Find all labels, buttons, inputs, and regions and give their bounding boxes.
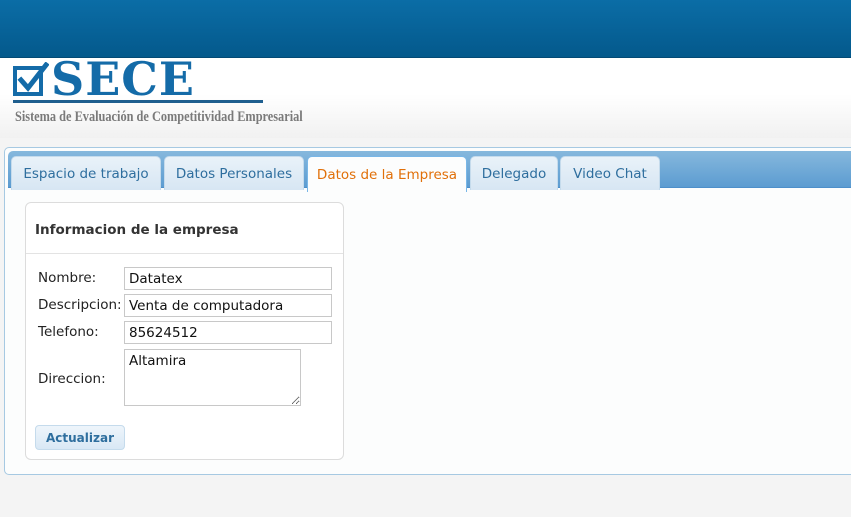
name-field[interactable] <box>124 267 332 290</box>
tabs-panel: Espacio de trabajo Datos Personales Dato… <box>4 147 851 475</box>
phone-field[interactable] <box>124 321 332 344</box>
phone-label: Telefono: <box>38 324 99 340</box>
address-label: Direccion: <box>38 371 106 387</box>
address-field[interactable]: Altamira <box>124 349 301 406</box>
top-banner <box>0 0 851 58</box>
logo-underline <box>13 100 263 103</box>
tab-video-chat[interactable]: Video Chat <box>560 156 660 190</box>
tab-espacio-de-trabajo[interactable]: Espacio de trabajo <box>11 156 161 190</box>
tab-datos-personales[interactable]: Datos Personales <box>164 156 304 190</box>
tab-delegado[interactable]: Delegado <box>470 156 558 190</box>
logo-wordmark: SECE <box>51 52 195 106</box>
tab-datos-de-la-empresa[interactable]: Datos de la Empresa <box>307 156 467 192</box>
description-label: Descripcion: <box>38 297 122 313</box>
logo-subtitle: Sistema de Evaluación de Competitividad … <box>15 109 303 125</box>
sece-logo: SECE Sistema de Evaluación de Competitiv… <box>13 54 303 130</box>
card-divider <box>26 253 343 254</box>
description-field[interactable] <box>124 294 332 317</box>
tab-bar: Espacio de trabajo Datos Personales Dato… <box>8 151 851 192</box>
update-button[interactable]: Actualizar <box>35 425 125 450</box>
header: SECE Sistema de Evaluación de Competitiv… <box>0 54 851 138</box>
card-title: Informacion de la empresa <box>35 222 239 238</box>
name-label: Nombre: <box>38 270 97 286</box>
checkbox-logo-icon <box>13 62 49 96</box>
company-info-card: Informacion de la empresa Nombre: Descri… <box>25 202 344 460</box>
